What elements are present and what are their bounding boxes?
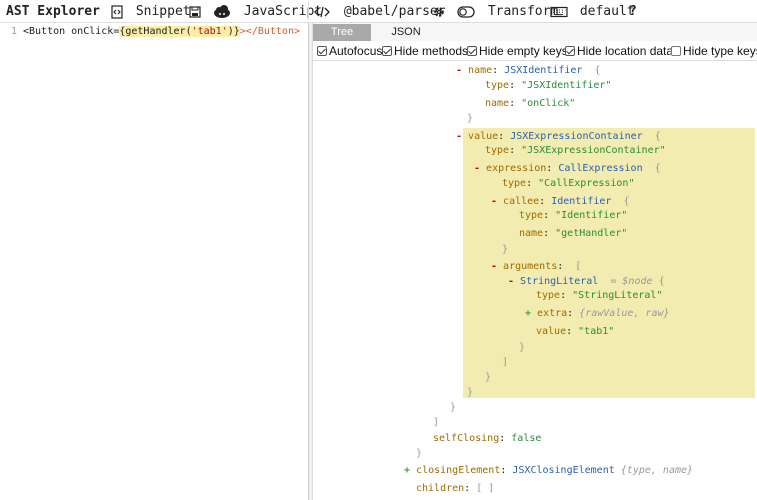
language-icon [212,4,240,19]
tree-brace: } [467,113,474,124]
output-tabs: Tree JSON [313,23,757,41]
code-close-name: Button [257,26,294,37]
toolbar-divider [308,2,309,21]
autofocus-checkbox[interactable] [317,46,327,56]
parser-settings-button[interactable] [433,0,445,23]
keymap-label: default [579,4,635,19]
collapse-icon[interactable]: - [508,276,520,287]
collapse-icon[interactable]: - [456,65,468,76]
collapse-icon[interactable]: - [491,196,503,207]
code-editor[interactable]: 1 <Button onClick={getHandler('tab1')}><… [0,23,309,500]
hide-methods-checkbox[interactable] [382,46,392,56]
keyboard-icon [550,4,576,19]
tree-node-expression[interactable]: - expression: CallExpression { [474,162,661,176]
collapse-icon[interactable]: - [491,261,503,272]
hide-type-keys-checkbox[interactable] [671,46,681,56]
snippet-label: Snippet [135,4,191,19]
tree-brace: } [502,244,509,255]
tree-brace: } [416,448,423,459]
hide-type-keys-label: Hide type keys [683,44,757,58]
tree-bracket: ] [502,357,509,368]
hide-location-data-label: Hide location data [577,44,674,58]
snippet-icon [110,4,132,19]
code-close-end: > [293,26,300,37]
hide-empty-keys-checkbox[interactable] [467,46,477,56]
expand-icon[interactable]: + [404,465,416,476]
hide-empty-keys-option[interactable]: Hide empty keys [467,44,568,58]
code-close-open: ></ [239,26,258,37]
tree-bracket: ] [433,417,440,428]
expand-icon[interactable]: + [525,308,537,319]
collapse-icon[interactable]: - [474,163,486,174]
tree-node-callee[interactable]: - callee: Identifier { [491,195,630,209]
line-number: 1 [11,26,18,37]
code-call: getHandler( [125,26,192,37]
tree-prop-type: type: "CallExpression" [502,178,635,189]
tree-node-extra[interactable]: + extra: {rawValue, raw} [525,307,670,321]
code-call-close: ) [227,26,234,37]
tree-prop-type: type: "JSXIdentifier" [485,80,612,91]
transform-button[interactable]: Transform [457,0,558,23]
tree-brace: } [467,387,474,398]
help-button[interactable]: ? [629,0,637,23]
ast-tree: - name: JSXIdentifier { type: "JSXIdenti… [313,62,757,500]
toggle-icon [457,4,483,19]
tree-brace: } [485,372,492,383]
code-icon [314,4,338,19]
transform-label: Transform [487,4,559,19]
autofocus-option[interactable]: Autofocus [317,44,382,58]
tab-json[interactable]: JSON [371,24,441,41]
hide-methods-option[interactable]: Hide methods [382,44,468,58]
language-label: JavaScript [243,4,323,19]
tree-prop-name: name: "getHandler" [519,228,628,239]
collapse-icon[interactable]: - [456,131,468,142]
node-reference-note: = $node [610,276,653,287]
tree-prop-value: value: "tab1" [536,326,615,337]
parser-button[interactable]: @babel/parser [314,0,446,23]
language-button[interactable]: JavaScript [212,0,322,23]
output-panel: Tree JSON Autofocus Hide methods Hide em… [313,23,757,500]
hide-location-data-checkbox[interactable] [565,46,575,56]
parser-label: @babel/parser [343,4,446,19]
save-button[interactable] [189,0,201,23]
tree-prop-type: type: "Identifier" [519,210,628,221]
code-line[interactable]: <Button onClick={getHandler('tab1')}></B… [23,26,300,37]
tree-prop-self-closing: selfClosing: false [433,433,542,444]
code-string-arg: 'tab1' [191,26,228,37]
snippet-button[interactable]: Snippet [110,0,191,23]
save-icon [189,4,201,19]
tree-prop-type: type: "JSXExpressionContainer" [485,145,666,156]
code-open-tag: <Button onClick= [23,26,120,37]
tree-prop-type: type: "StringLiteral" [536,290,663,301]
hide-methods-label: Hide methods [394,44,469,58]
toolbar: AST Explorer Snippet JavaScript @babel/p… [0,0,757,23]
app-title: AST Explorer [6,4,100,19]
tree-prop-children: children: [ ] [416,483,495,494]
hide-location-data-option[interactable]: Hide location data [565,44,673,58]
gear-icon [433,4,445,19]
keymap-button[interactable]: default [550,0,635,23]
hide-type-keys-option[interactable]: Hide type keys [671,44,757,58]
tab-tree[interactable]: Tree [313,24,371,41]
tree-node-string-literal[interactable]: - StringLiteral = $node { [508,275,665,289]
tree-brace: } [519,342,526,353]
tree-brace: } [450,402,457,413]
tree-prop-name: name: "onClick" [485,98,576,109]
autofocus-label: Autofocus [329,44,383,58]
tree-node-value[interactable]: - value: JSXExpressionContainer { [456,130,661,144]
tree-options: Autofocus Hide methods Hide empty keys H… [313,41,757,61]
hide-empty-keys-label: Hide empty keys [479,44,568,58]
tree-node-closing-element[interactable]: + closingElement: JSXClosingElement {typ… [404,464,693,478]
tree-node-name[interactable]: - name: JSXIdentifier { [456,64,601,78]
tree-node-arguments[interactable]: - arguments: [ [491,260,581,274]
